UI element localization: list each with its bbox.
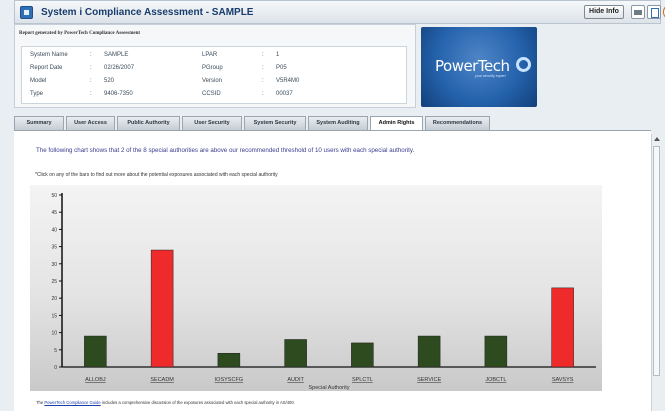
x-tick-label-audit[interactable]: AUDIT (287, 377, 304, 383)
y-tick-label: 0 (54, 365, 57, 371)
x-tick-label-secadm[interactable]: SECADM (150, 377, 174, 383)
chart-intro-text: The following chart shows that 2 of the … (36, 147, 415, 154)
chart-click-note: *Click on any of the bars to find out mo… (35, 172, 278, 178)
info-label-lpar: LPAR (202, 52, 218, 58)
tab-user-security[interactable]: User Security (182, 116, 242, 130)
info-value-type: 9406-7350 (104, 91, 133, 97)
logo-tagline: your security expert (475, 74, 506, 78)
bar-savsys[interactable] (551, 287, 574, 368)
info-sep-model: : (90, 78, 92, 84)
y-tick-label: 50 (51, 193, 57, 199)
info-sep-ccsid: : (262, 91, 264, 97)
info-value-pgroup: P05 (276, 65, 287, 71)
y-tick-label: 30 (51, 262, 57, 268)
special-authority-chart: 0 5 10 15 20 25 30 35 40 45 50 ALLOBJ SECADM IOSYSCFG… (30, 185, 602, 391)
logo-wordmark: PowerTech (435, 57, 510, 75)
bar-allobj[interactable] (84, 335, 107, 368)
tab-summary[interactable]: Summary (14, 116, 64, 130)
x-tick-label-jobctl[interactable]: JOBCTL (485, 377, 506, 383)
bar-service[interactable] (417, 335, 441, 368)
vertical-scrollbar[interactable] (651, 134, 661, 411)
info-sep-report-date: : (90, 65, 92, 71)
x-tick-label-splctl[interactable]: SPLCTL (352, 377, 373, 383)
y-tick-label: 15 (51, 313, 57, 319)
y-tick-label: 5 (54, 348, 57, 354)
app-title: System i Compliance Assessment - SAMPLE (41, 7, 254, 18)
info-value-report-date: 02/26/2007 (104, 65, 135, 71)
y-tick-label: 45 (51, 210, 57, 216)
info-value-version: V5R4M0 (276, 78, 300, 84)
app-icon (20, 6, 33, 19)
info-label-model: Model (30, 78, 47, 84)
compliance-guide-link[interactable]: PowerTech Compliance Guide (44, 400, 100, 405)
info-sep-system-name: : (90, 52, 92, 58)
powertech-logo: PowerTech your security expert (421, 27, 537, 107)
x-tick-label-allobj[interactable]: ALLOBJ (85, 377, 106, 383)
export-icon[interactable] (647, 5, 661, 19)
tab-system-auditing[interactable]: System Auditing (308, 116, 368, 130)
tab-user-access[interactable]: User Access (66, 116, 115, 130)
y-tick-label: 25 (51, 279, 57, 285)
title-bar: System i Compliance Assessment - SAMPLE … (14, 0, 665, 24)
x-tick-label-iosyscfg[interactable]: IOSYSCFG (215, 377, 243, 383)
y-tick-label: 35 (51, 245, 57, 251)
info-value-ccsid: 00037 (276, 91, 293, 97)
report-generated-note: Report generated by PowerTech Compliance… (19, 31, 141, 36)
info-sep-pgroup: : (262, 65, 264, 71)
tab-recommendations[interactable]: Recommendations (425, 116, 490, 130)
info-value-system-name: SAMPLE (104, 52, 129, 58)
scroll-up-arrow-icon[interactable] (654, 137, 660, 141)
tab-public-authority[interactable]: Public Authority (117, 116, 180, 130)
y-tick-label: 20 (51, 296, 57, 302)
info-value-lpar: 1 (276, 52, 280, 58)
y-tick-label: 40 (51, 227, 57, 233)
tab-admin-rights[interactable]: Admin Rights (370, 116, 423, 131)
print-icon[interactable] (631, 5, 645, 19)
info-value-model: 520 (104, 78, 115, 84)
info-sep-version: : (262, 78, 264, 84)
info-label-ccsid: CCSID (202, 91, 221, 97)
footer-note: The PowerTech Compliance Guide includes … (36, 400, 295, 405)
system-info-panel: Report generated by PowerTech Compliance… (14, 24, 416, 108)
info-label-pgroup: PGroup (202, 65, 223, 71)
scroll-thumb[interactable] (653, 146, 660, 376)
x-tick-label-service[interactable]: SERVICE (417, 377, 441, 383)
info-label-system-name: System Name (30, 52, 68, 58)
info-sep-type: : (90, 91, 92, 97)
info-label-report-date: Report Date (30, 65, 63, 71)
admin-rights-panel: The following chart shows that 2 of the … (14, 130, 651, 411)
info-sep-lpar: : (262, 52, 264, 58)
x-tick-label-savsys[interactable]: SAVSYS (552, 377, 574, 383)
bar-splctl[interactable] (351, 342, 374, 368)
system-info-box: System Name: SAMPLE Report Date: 02/26/2007… (21, 46, 407, 104)
logo-ring-icon (516, 57, 531, 72)
hide-info-button[interactable]: Hide Info (584, 5, 624, 19)
footer-suffix: includes a comprehensive discussion of t… (100, 400, 295, 405)
report-tabs: Summary User Access Public Authority User S… (14, 116, 665, 131)
bar-secadm[interactable] (150, 249, 174, 368)
y-tick-label: 10 (51, 331, 57, 337)
bar-iosyscfg[interactable] (217, 352, 241, 368)
bar-jobctl[interactable] (484, 335, 508, 368)
x-axis-title: Special Authority (309, 385, 350, 391)
chart-background (30, 185, 602, 391)
info-label-version: Version (202, 78, 223, 84)
bar-audit[interactable] (284, 339, 307, 368)
tab-system-security[interactable]: System Security (244, 116, 306, 130)
info-label-type: Type (30, 91, 44, 97)
